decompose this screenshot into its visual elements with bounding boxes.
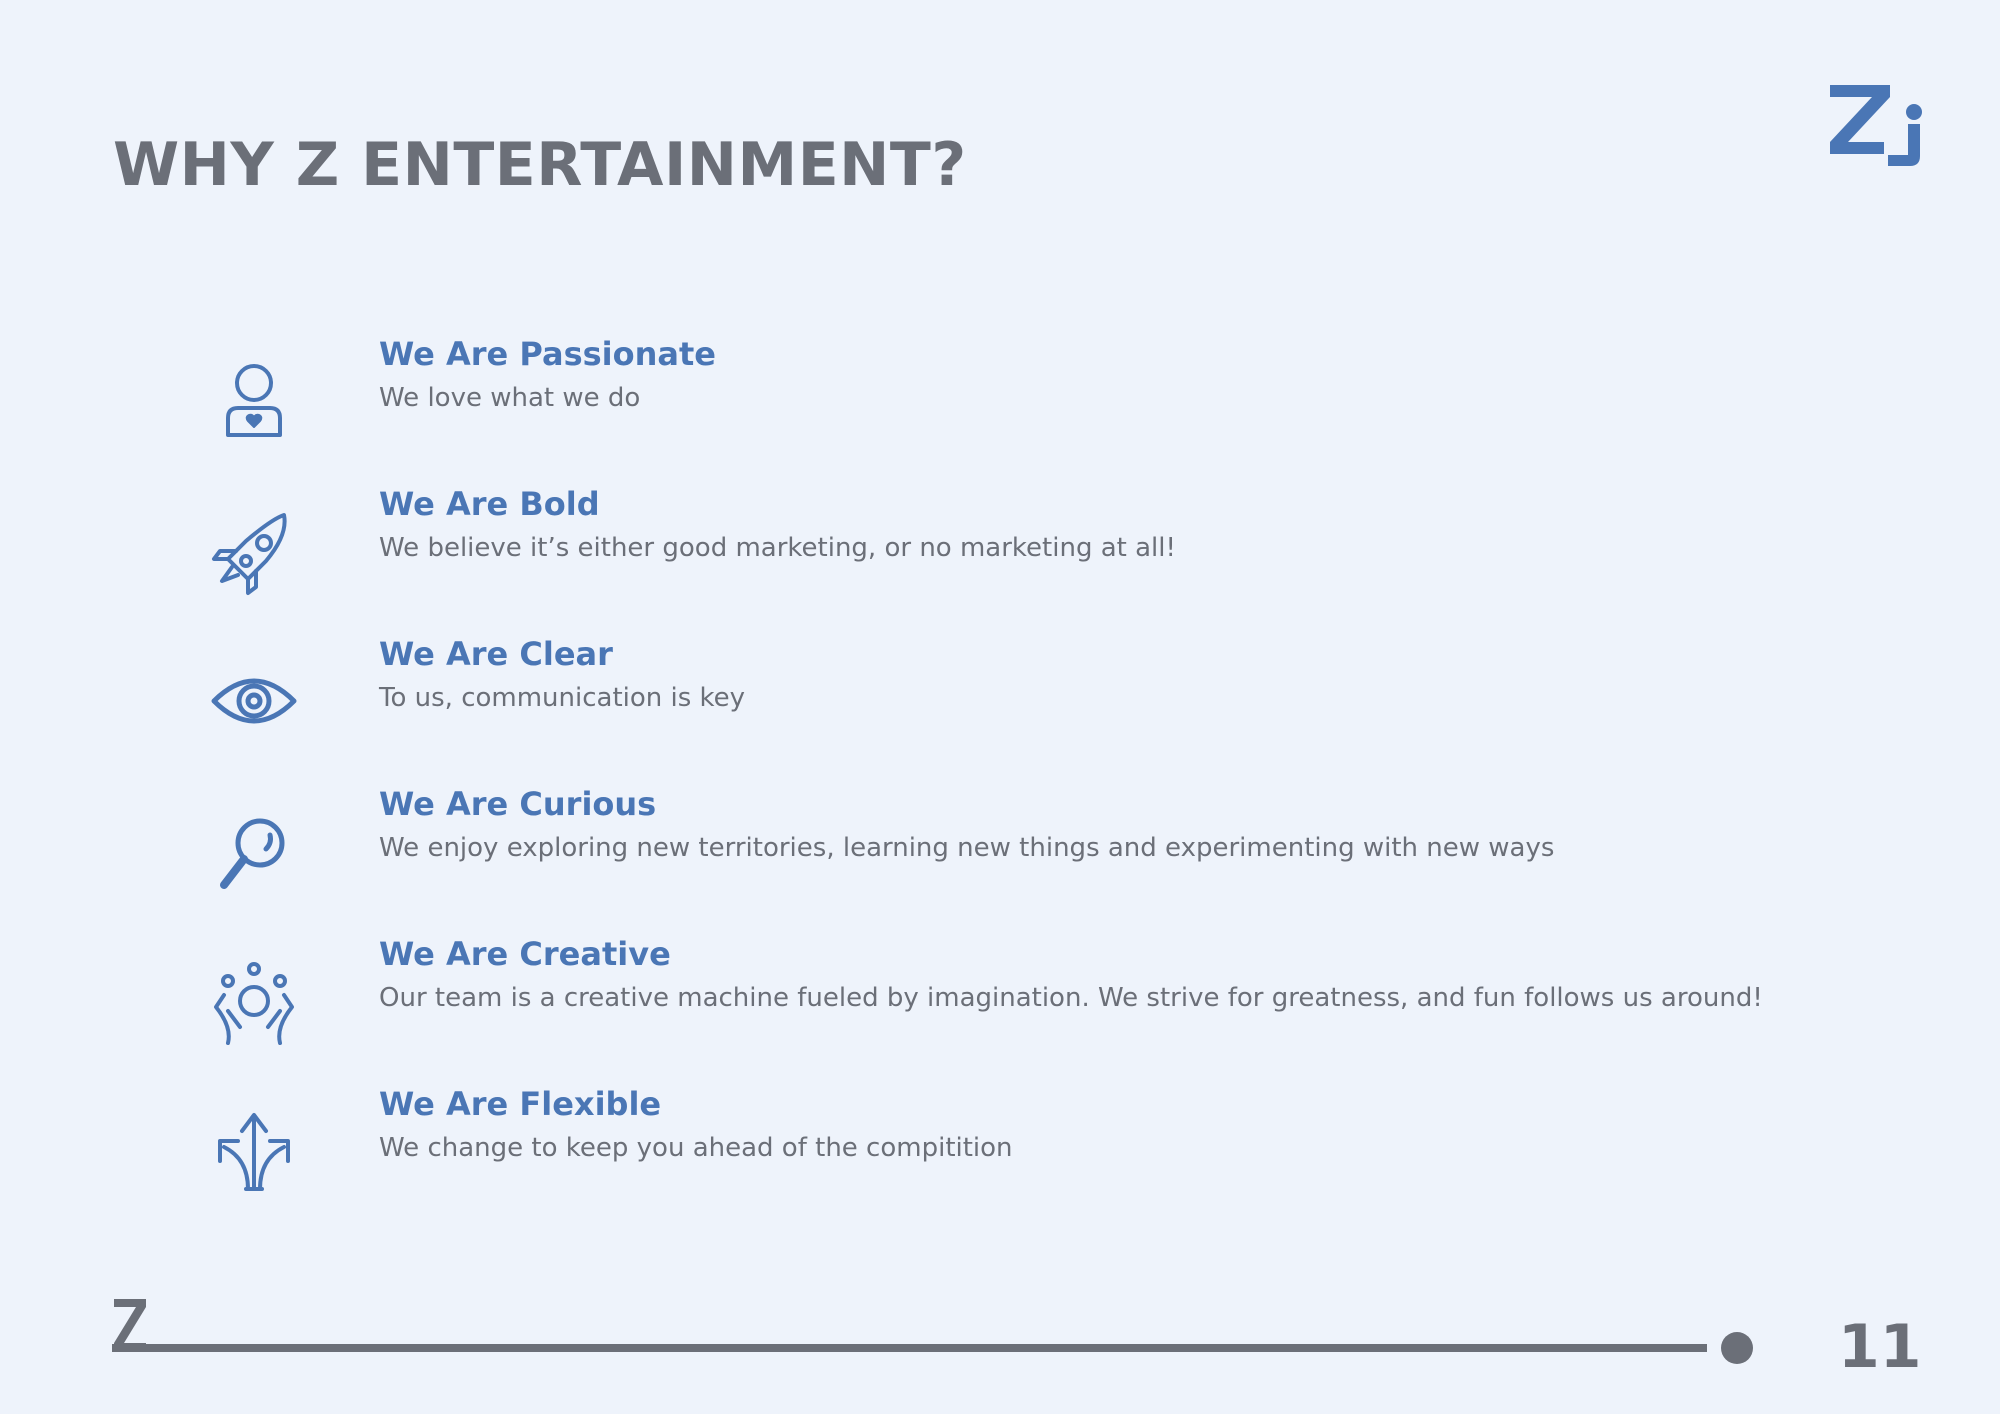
magnifying-glass-icon [206, 805, 302, 901]
list-item: We Are Flexible We change to keep you ah… [0, 1085, 2000, 1205]
footer-dot [1721, 1332, 1753, 1364]
item-description: We change to keep you ahead of the compi… [379, 1133, 1013, 1163]
list-item: We Are Passionate We love what we do [0, 335, 2000, 455]
creative-person-icon [206, 955, 302, 1051]
page-number: 11 [1838, 1312, 1922, 1382]
item-description: We love what we do [379, 383, 641, 413]
item-title: We Are Passionate [379, 335, 716, 373]
item-title: We Are Flexible [379, 1085, 662, 1123]
split-arrows-icon [206, 1105, 302, 1201]
list-item: We Are Curious We enjoy exploring new te… [0, 785, 2000, 905]
list-item: We Are Bold We believe it’s either good … [0, 485, 2000, 605]
brand-logo [1830, 85, 1922, 166]
person-heart-icon [206, 355, 302, 451]
list-item: We Are Clear To us, communication is key [0, 635, 2000, 755]
item-title: We Are Curious [379, 785, 657, 823]
item-title: We Are Creative [379, 935, 671, 973]
page-title: WHY Z ENTERTAINMENT? [113, 130, 967, 200]
slide: WHY Z ENTERTAINMENT? We Are Passionate W… [0, 0, 2000, 1414]
list-item: We Are Creative Our team is a creative m… [0, 935, 2000, 1055]
footer-z-mark [114, 1299, 146, 1351]
eye-icon [206, 655, 302, 751]
item-description: To us, communication is key [379, 683, 746, 713]
item-title: We Are Bold [379, 485, 600, 523]
item-description: Our team is a creative machine fueled by… [379, 983, 1763, 1013]
item-description: We believe it’s either good marketing, o… [379, 533, 1176, 563]
item-title: We Are Clear [379, 635, 613, 673]
rocket-icon [206, 505, 302, 601]
footer-divider [112, 1344, 1707, 1352]
item-description: We enjoy exploring new territories, lear… [379, 833, 1555, 863]
